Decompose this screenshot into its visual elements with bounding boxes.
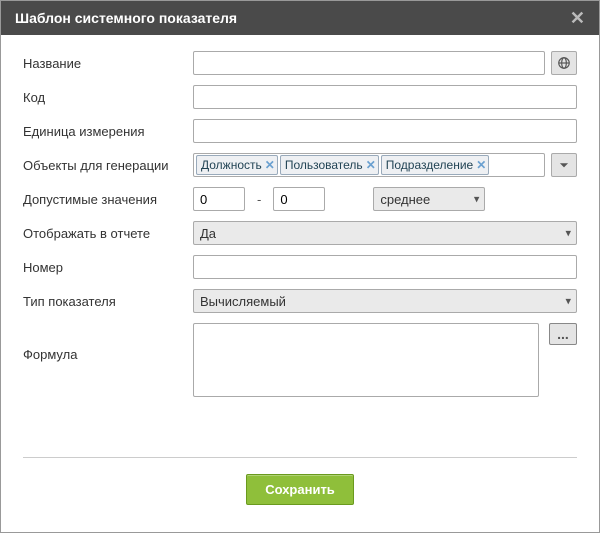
row-indicator-type: Тип показателя Вычисляемый (23, 289, 577, 313)
row-allowed: Допустимые значения - среднее (23, 187, 577, 211)
tag-item: Должность ✕ (196, 155, 278, 175)
aggregation-select[interactable]: среднее (373, 187, 485, 211)
allowed-min-input[interactable] (193, 187, 245, 211)
range-separator: - (251, 192, 267, 207)
tag-remove-icon[interactable]: ✕ (476, 158, 486, 172)
row-objects: Объекты для генерации Должность ✕ Пользо… (23, 153, 577, 177)
label-show-in-report: Отображать в отчете (23, 226, 193, 241)
dialog-content: Название Код Единица измерения (1, 35, 599, 532)
save-button[interactable]: Сохранить (246, 474, 354, 505)
code-input[interactable] (193, 85, 577, 109)
number-input[interactable] (193, 255, 577, 279)
label-number: Номер (23, 260, 193, 275)
tag-item: Подразделение ✕ (381, 155, 490, 175)
dialog-title: Шаблон системного показателя (15, 10, 237, 26)
close-icon[interactable]: ✕ (566, 9, 589, 27)
indicator-type-select[interactable]: Вычисляемый (193, 289, 577, 313)
label-objects: Объекты для генерации (23, 158, 193, 173)
tag-label: Пользователь (285, 158, 363, 172)
dialog-titlebar: Шаблон системного показателя ✕ (1, 1, 599, 35)
label-code: Код (23, 90, 193, 105)
row-unit: Единица измерения (23, 119, 577, 143)
tag-remove-icon[interactable]: ✕ (265, 158, 275, 172)
label-indicator-type: Тип показателя (23, 294, 193, 309)
row-formula: Формула ... (23, 323, 577, 397)
row-code: Код (23, 85, 577, 109)
label-name: Название (23, 56, 193, 71)
row-number: Номер (23, 255, 577, 279)
objects-dropdown-button[interactable] (551, 153, 577, 177)
unit-input[interactable] (193, 119, 577, 143)
row-name: Название (23, 51, 577, 75)
tag-label: Должность (201, 158, 262, 172)
globe-icon (557, 56, 571, 70)
name-input[interactable] (193, 51, 545, 75)
chevron-down-icon (557, 158, 571, 172)
label-allowed: Допустимые значения (23, 192, 193, 207)
globe-button[interactable] (551, 51, 577, 75)
dialog-footer: Сохранить (23, 474, 577, 525)
tag-label: Подразделение (386, 158, 473, 172)
formula-builder-button[interactable]: ... (549, 323, 577, 345)
label-formula: Формула (23, 323, 193, 362)
show-in-report-select[interactable]: Да (193, 221, 577, 245)
objects-tagbox[interactable]: Должность ✕ Пользователь ✕ Подразделение… (193, 153, 545, 177)
dialog: Шаблон системного показателя ✕ Название … (0, 0, 600, 533)
tag-item: Пользователь ✕ (280, 155, 379, 175)
label-unit: Единица измерения (23, 124, 193, 139)
formula-textarea[interactable] (193, 323, 539, 397)
allowed-max-input[interactable] (273, 187, 325, 211)
tag-remove-icon[interactable]: ✕ (366, 158, 376, 172)
row-show-in-report: Отображать в отчете Да (23, 221, 577, 245)
divider (23, 457, 577, 458)
